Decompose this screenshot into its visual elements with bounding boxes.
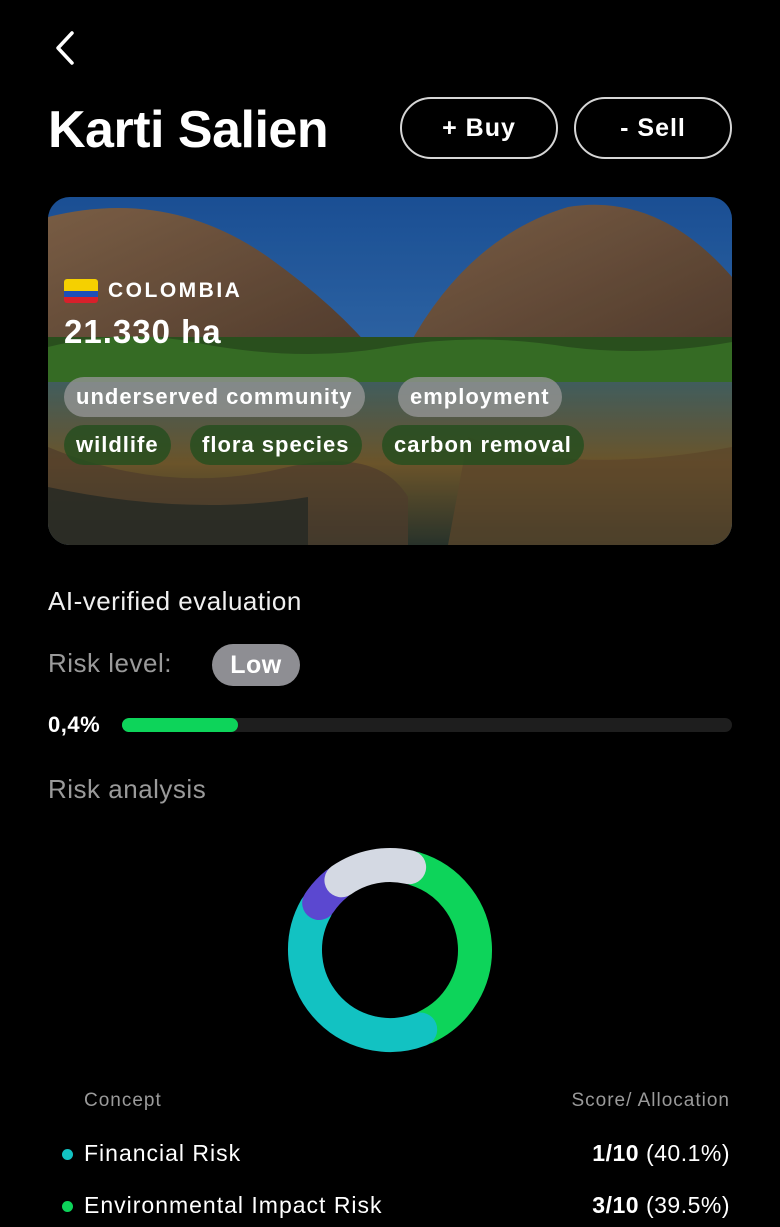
project-image-card[interactable]: COLOMBIA 21.330 ha underserved community… [48,197,732,545]
sell-button[interactable]: - Sell [574,97,732,159]
country-label: COLOMBIA [64,279,242,303]
tag: employment [398,377,562,417]
series-dot [62,1201,73,1212]
table-row[interactable]: Financial Risk 1/10 (40.1%) [60,1136,732,1172]
page-title: Karti Salien [48,101,329,159]
score-allocation: 1/10 (40.1%) [592,1140,730,1166]
risk-progress-fill [122,718,238,732]
donut-segment [397,851,492,1045]
tag: wildlife [64,425,171,465]
series-dot [62,1149,73,1160]
concept-column-header: Concept [84,1090,162,1111]
risk-analysis-title: Risk analysis [48,774,207,804]
landscape-image [48,197,732,545]
concept-name: Financial Risk [84,1140,242,1166]
evaluation-title: AI-verified evaluation [48,586,302,616]
chevron-left-icon [56,31,74,65]
table-row[interactable]: Environmental Impact Risk 3/10 (39.5%) [60,1188,732,1224]
risk-donut-chart [288,848,492,1052]
risk-percent: 0,4% [48,712,101,737]
buy-button[interactable]: + Buy [400,97,558,159]
country-name: COLOMBIA [108,279,243,302]
tag: carbon removal [382,425,584,465]
donut-segment [288,891,438,1052]
tag: flora species [190,425,362,465]
score-allocation: 3/10 (39.5%) [592,1192,730,1218]
project-area: 21.330 ha [64,313,222,350]
score-column-header: Score/ Allocation [571,1090,730,1111]
back-button[interactable] [46,28,86,68]
donut-segment [324,848,427,898]
tag: underserved community [64,377,365,417]
risk-progress-bar [122,718,732,732]
risk-level-label: Risk level: [48,648,172,678]
concept-name: Environmental Impact Risk [84,1192,383,1218]
colombia-flag-icon [64,279,98,303]
risk-level-badge: Low [212,644,300,686]
